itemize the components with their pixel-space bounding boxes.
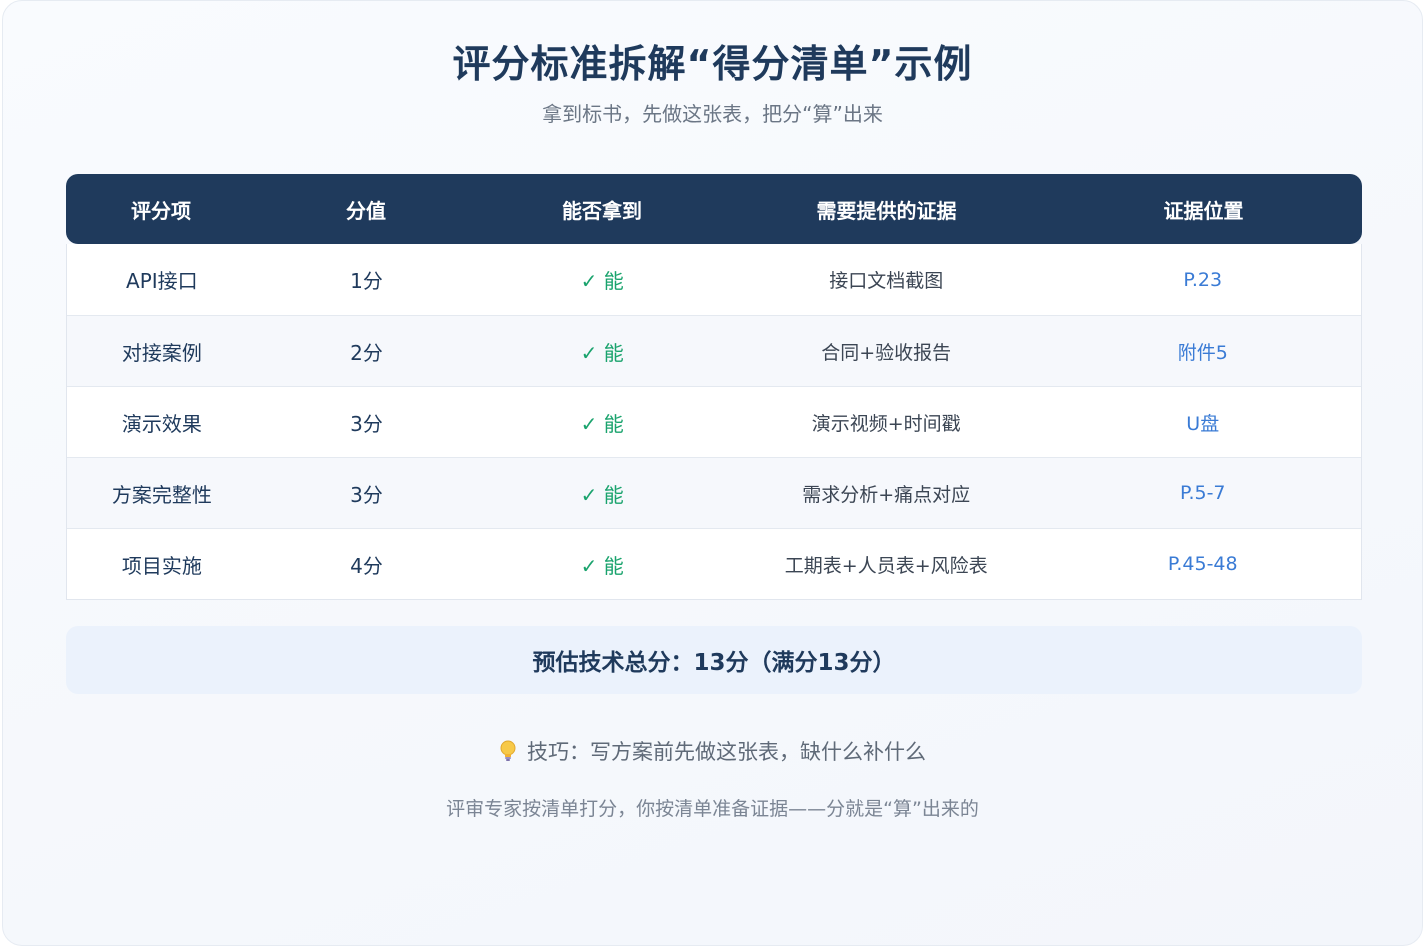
- table-header: 评分项 分值 能否拿到 需要提供的证据 证据位置: [66, 174, 1362, 244]
- table-row: 对接案例 2分 ✓ 能 合同+验收报告 附件5: [67, 315, 1361, 386]
- cell-score: 3分: [350, 411, 383, 436]
- header-location: 证据位置: [1163, 198, 1244, 223]
- page-subtitle: 拿到标书，先做这张表，把分“算”出来: [542, 102, 883, 126]
- table-body: API接口 1分 ✓ 能 接口文档截图 P.23 对接案例 2分 ✓ 能 合同+…: [66, 244, 1362, 600]
- cell-item: 对接案例: [121, 340, 202, 365]
- cell-evidence: 接口文档截图: [829, 270, 944, 292]
- cell-location: U盘: [1186, 412, 1220, 435]
- cell-location: 附件5: [1177, 341, 1228, 364]
- cell-location: P.5-7: [1179, 482, 1226, 504]
- cell-can: ✓ 能: [580, 411, 624, 436]
- cell-score: 3分: [350, 482, 383, 507]
- cell-can: ✓ 能: [580, 269, 624, 293]
- cell-evidence: 合同+验收报告: [821, 341, 952, 364]
- header-score: 分值: [346, 198, 386, 223]
- content-card: 评分标准拆解“得分清单”示例 拿到标书，先做这张表，把分“算”出来 评分项 分值…: [2, 0, 1423, 946]
- cell-evidence: 工期表+人员表+风险表: [784, 554, 988, 577]
- cell-evidence: 需求分析+痛点对应: [802, 483, 971, 506]
- cell-item: 方案完整性: [111, 482, 212, 507]
- cell-can: ✓ 能: [580, 553, 624, 578]
- cell-location: P.23: [1183, 268, 1223, 291]
- header-can: 能否拿到: [562, 198, 642, 223]
- cell-item: 项目实施: [121, 553, 202, 578]
- cell-item: 演示效果: [121, 411, 202, 436]
- table-row: 项目实施 4分 ✓ 能 工期表+人员表+风险表 P.45-48: [67, 528, 1361, 599]
- lightbulb-icon: [499, 740, 517, 762]
- cell-location: P.45-48: [1167, 553, 1238, 575]
- page-title: 评分标准拆解“得分清单”示例: [452, 42, 973, 86]
- cell-score: 1分: [350, 269, 383, 293]
- header-evidence: 需要提供的证据: [816, 198, 957, 223]
- cell-score: 4分: [350, 553, 383, 578]
- score-table: 评分项 分值 能否拿到 需要提供的证据 证据位置 API接口 1分 ✓ 能 接口…: [66, 174, 1362, 600]
- total-score-banner: 预估技术总分：13分（满分13分）: [66, 626, 1362, 694]
- cell-score: 2分: [350, 340, 383, 365]
- table-row: 演示效果 3分 ✓ 能 演示视频+时间戳 U盘: [67, 386, 1361, 457]
- tip-text: 技巧：写方案前先做这张表，缺什么补什么: [527, 740, 926, 764]
- table-row: API接口 1分 ✓ 能 接口文档截图 P.23: [67, 244, 1361, 315]
- cell-can: ✓ 能: [580, 340, 624, 365]
- header-item: 评分项: [131, 198, 191, 223]
- cell-item: API接口: [126, 269, 198, 293]
- cell-evidence: 演示视频+时间戳: [811, 412, 961, 435]
- table-row: 方案完整性 3分 ✓ 能 需求分析+痛点对应 P.5-7: [67, 457, 1361, 528]
- cell-can: ✓ 能: [580, 482, 624, 507]
- tip-line: 技巧：写方案前先做这张表，缺什么补什么: [3, 736, 1422, 766]
- footer-note: 评审专家按清单打分，你按清单准备证据——分就是“算”出来的: [446, 798, 979, 820]
